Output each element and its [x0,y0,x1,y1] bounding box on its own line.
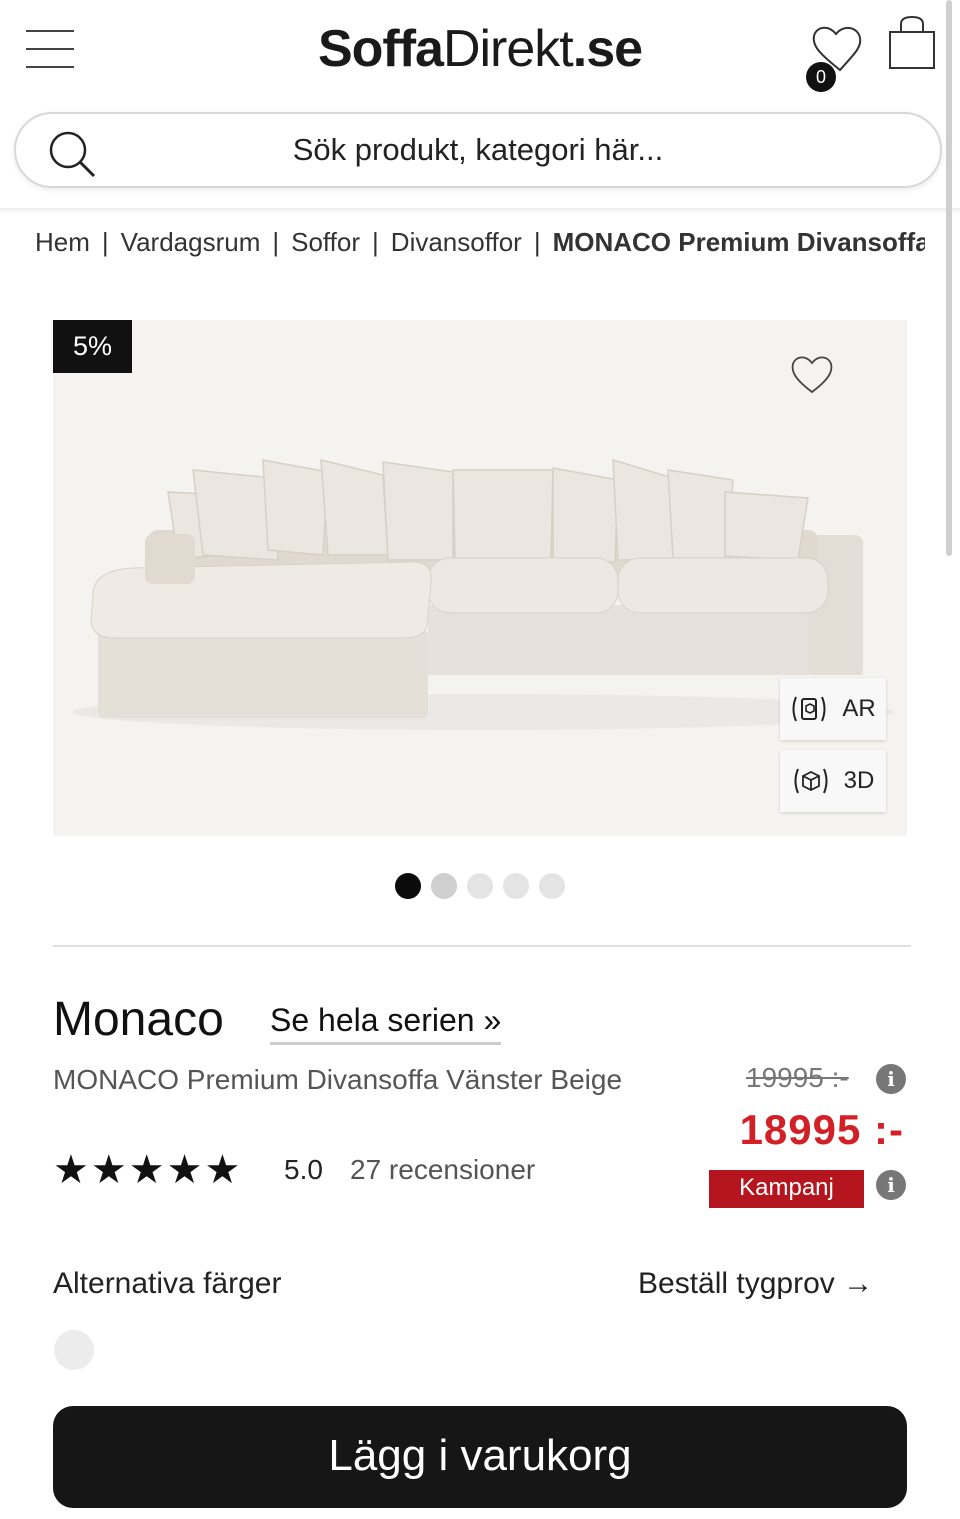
alternative-colors-label: Alternativa färger [53,1267,282,1300]
rating-value: 5.0 [284,1154,323,1185]
product-image[interactable] [53,320,907,836]
price-info-icon[interactable]: i [876,1064,906,1094]
reviews-link[interactable]: 27 recensioner [350,1150,535,1190]
3d-view-button[interactable]: 3D [780,750,886,812]
breadcrumb: Hem | Vardagsrum | Soffor | Divansoffor | MONACO… [35,222,925,262]
ar-cube-icon [792,696,826,722]
3d-cube-icon [794,768,828,794]
add-to-cart-button[interactable]: Lägg i varukorg [53,1406,907,1508]
cart-button[interactable] [886,14,938,72]
sofa-image [73,458,893,730]
search-bar[interactable]: Sök produkt, kategori här... [14,112,942,188]
wishlist-button[interactable]: 0 [800,18,870,92]
logo-suffix: .se [572,20,643,78]
ar-label: AR [842,695,876,722]
search-input[interactable]: Sök produkt, kategori här... [16,114,940,186]
color-swatch[interactable] [54,1330,94,1370]
breadcrumb-item[interactable]: Soffor [291,227,360,257]
breadcrumb-separator: | [372,227,379,257]
carousel-dot[interactable] [503,873,529,899]
series-title: Monaco [53,993,224,1046]
campaign-info-icon[interactable]: i [876,1170,906,1200]
current-price: 18995 :- [739,1106,904,1153]
breadcrumb-item[interactable]: Hem [35,227,90,257]
product-name: MONACO Premium Divansoffa Vänster Beige [53,1064,623,1095]
campaign-badge: Kampanj [709,1170,864,1208]
breadcrumb-item[interactable]: Vardagsrum [121,227,261,257]
carousel-dot[interactable] [467,873,493,899]
header-divider [0,208,960,214]
rating-stars: ★★★★★ [53,1148,243,1192]
logo-thin: Direkt [442,20,574,78]
logo-bold: Soffa [317,20,444,78]
wishlist-count-badge: 0 [806,62,836,92]
section-divider [53,945,911,947]
3d-label: 3D [843,767,875,794]
ar-view-button[interactable]: AR [780,678,886,740]
shopping-bag-icon [889,15,935,69]
scrollbar[interactable] [946,0,952,556]
carousel-dot-active[interactable] [395,873,421,899]
breadcrumb-current: MONACO Premium Divansoffa Vänster Beige [552,227,925,257]
breadcrumb-separator: | [272,227,280,257]
carousel-dot[interactable] [539,873,565,899]
carousel-dot[interactable] [431,873,457,899]
see-series-link[interactable]: Se hela serien » [270,998,502,1045]
favorite-heart-icon[interactable] [788,352,836,396]
order-fabric-sample-link[interactable]: Beställ tygprov → [638,1264,873,1304]
breadcrumb-separator: | [101,227,109,257]
old-price: 19995 :- [746,1062,849,1093]
discount-badge: 5% [53,320,132,373]
breadcrumb-item[interactable]: Divansoffor [391,227,522,257]
breadcrumb-separator: | [533,227,541,257]
